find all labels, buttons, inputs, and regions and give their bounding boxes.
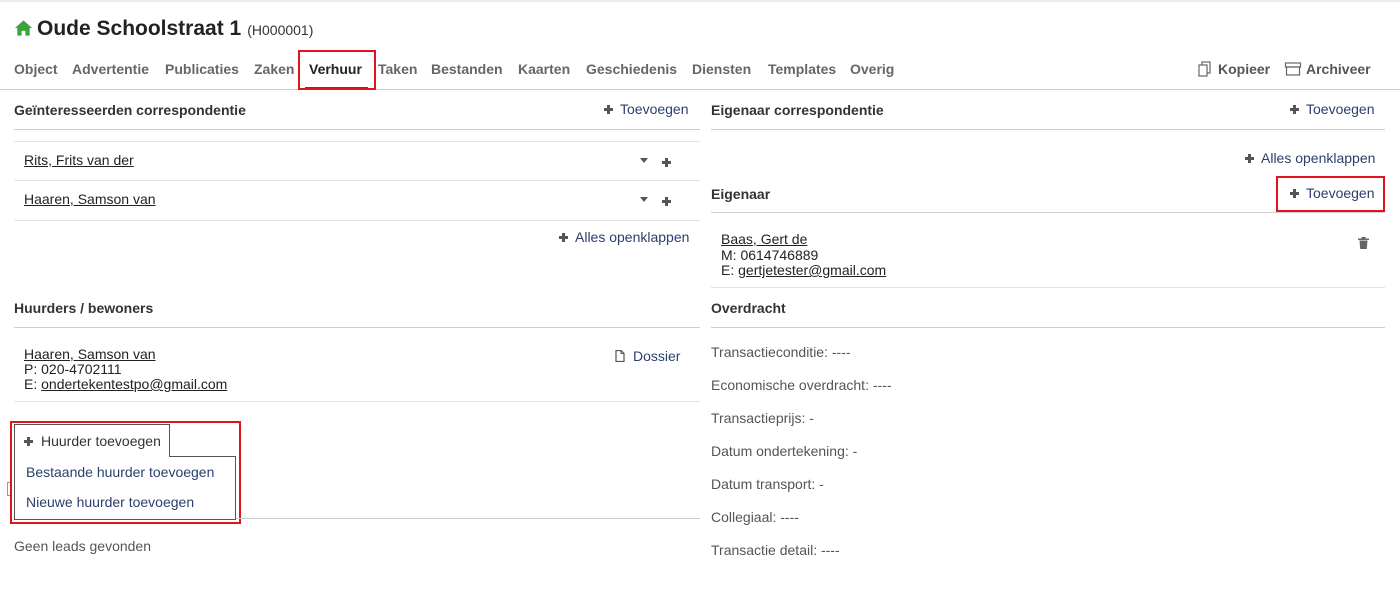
plus-icon[interactable] (662, 197, 671, 206)
plus-icon (1245, 153, 1254, 163)
tab-advertentie[interactable]: Advertentie (72, 61, 149, 77)
transfer-section-title: Overdracht (711, 300, 786, 316)
tab-taken[interactable]: Taken (378, 61, 417, 77)
transfer-field: Collegiaal: ---- (711, 509, 799, 525)
tab-templates[interactable]: Templates (768, 61, 836, 77)
tenant-phone: P: 020-4702111 (24, 361, 122, 377)
interested-add-label: Toevoegen (620, 101, 689, 117)
owner-mobile: M: 0614746889 (721, 247, 819, 263)
tenant-name-link[interactable]: Haaren, Samson van (24, 346, 156, 362)
owner-name-link[interactable]: Baas, Gert de (721, 231, 807, 247)
tab-bestanden[interactable]: Bestanden (431, 61, 503, 77)
tab-object[interactable]: Object (14, 61, 58, 77)
plus-icon (604, 104, 613, 114)
plus-icon (1290, 188, 1299, 198)
tab-geschiedenis[interactable]: Geschiedenis (586, 61, 677, 77)
divider (14, 141, 700, 142)
owner-add-button[interactable]: Toevoegen (1290, 185, 1375, 201)
owner-corr-section-title: Eigenaar correspondentie (711, 102, 884, 118)
divider (14, 220, 700, 221)
owner-expand-all-label: Alles openklappen (1261, 150, 1376, 166)
owner-add-label: Toevoegen (1306, 185, 1375, 201)
plus-icon (1290, 104, 1299, 114)
copy-button[interactable]: Kopieer (1196, 60, 1270, 78)
divider (14, 327, 700, 328)
tab-bar: Object Advertentie Publicaties Zaken Ver… (0, 52, 1400, 90)
hidden-control-edge (7, 482, 12, 496)
divider (711, 287, 1385, 288)
dossier-label: Dossier (633, 348, 681, 364)
transfer-field: Datum ondertekening: - (711, 443, 858, 459)
page-header: Oude Schoolstraat 1 (H000001) (14, 17, 313, 41)
divider (14, 401, 700, 402)
owner-section-title: Eigenaar (711, 186, 771, 202)
active-tab-indicator (305, 87, 368, 90)
tab-diensten[interactable]: Diensten (692, 61, 751, 77)
owner-corr-add-label: Toevoegen (1306, 101, 1375, 117)
email-prefix: E: (24, 376, 38, 392)
tenant-email-link[interactable]: ondertekentestpo@gmail.com (41, 376, 227, 392)
object-code: (H000001) (247, 22, 314, 38)
interested-add-button[interactable]: Toevoegen (604, 101, 689, 117)
plus-icon (559, 232, 568, 242)
transfer-field: Transactie detail: ---- (711, 542, 840, 558)
tenants-section-title: Huurders / bewoners (14, 300, 154, 316)
add-tenant-menu: Bestaande huurder toevoegen Nieuwe huurd… (14, 456, 236, 520)
caret-down-icon[interactable] (640, 158, 648, 163)
plus-icon (24, 436, 33, 446)
dossier-button[interactable]: Dossier (615, 348, 680, 364)
tab-overig[interactable]: Overig (850, 61, 894, 77)
divider (711, 327, 1385, 328)
tenant-email: E: ondertekentestpo@gmail.com (24, 376, 227, 392)
owner-corr-expand-all[interactable]: Alles openklappen (1245, 150, 1375, 166)
owner-email-link[interactable]: gertjetester@gmail.com (738, 262, 886, 278)
copy-icon (1198, 61, 1211, 77)
tab-verhuur[interactable]: Verhuur (309, 61, 362, 77)
expand-all-label: Alles openklappen (575, 229, 690, 245)
interested-person-link[interactable]: Rits, Frits van der (24, 152, 134, 168)
divider (711, 129, 1385, 130)
tab-publicaties[interactable]: Publicaties (165, 61, 239, 77)
plus-icon[interactable] (662, 158, 671, 167)
divider (14, 129, 700, 130)
transfer-field: Transactieprijs: - (711, 410, 814, 426)
transfer-field: Transactieconditie: ---- (711, 344, 851, 360)
interested-person-link[interactable]: Haaren, Samson van (24, 191, 156, 207)
trash-icon[interactable] (1358, 237, 1369, 249)
menu-item-new-tenant[interactable]: Nieuwe huurder toevoegen (26, 494, 194, 510)
divider (711, 212, 1385, 213)
transfer-field: Datum transport: - (711, 476, 824, 492)
menu-item-existing-tenant[interactable]: Bestaande huurder toevoegen (26, 464, 214, 480)
email-prefix: E: (721, 262, 735, 278)
tab-zaken[interactable]: Zaken (254, 61, 294, 77)
copy-label: Kopieer (1218, 61, 1271, 77)
archive-icon (1284, 62, 1302, 76)
archive-button[interactable]: Archiveer (1284, 60, 1371, 78)
interested-expand-all[interactable]: Alles openklappen (559, 229, 689, 245)
leads-empty-text: Geen leads gevonden (14, 538, 151, 554)
transfer-field: Economische overdracht: ---- (711, 377, 892, 393)
add-tenant-label: Huurder toevoegen (41, 433, 161, 449)
interested-section-title: Geïnteresseerden correspondentie (14, 102, 246, 118)
home-icon (14, 20, 33, 36)
file-icon (615, 350, 625, 362)
tab-kaarten[interactable]: Kaarten (518, 61, 570, 77)
add-tenant-dropdown-button[interactable]: Huurder toevoegen (14, 424, 170, 457)
archive-label: Archiveer (1306, 61, 1371, 77)
caret-down-icon[interactable] (640, 197, 648, 202)
top-border (0, 0, 1400, 2)
divider (14, 180, 700, 181)
owner-corr-add-button[interactable]: Toevoegen (1290, 101, 1375, 117)
owner-email: E: gertjetester@gmail.com (721, 262, 886, 278)
page-title: Oude Schoolstraat 1 (37, 17, 242, 40)
